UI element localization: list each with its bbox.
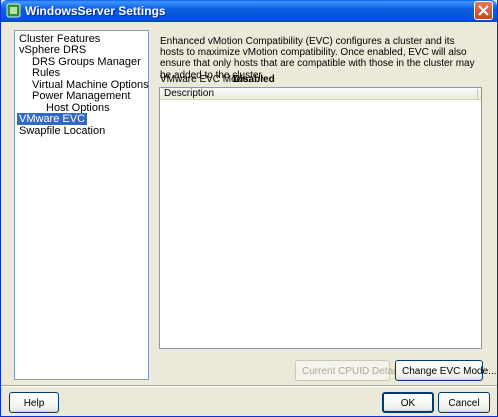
evc-mode-value: Disabled [233, 74, 275, 85]
footer-divider [1, 385, 497, 387]
tree-item-vmware-evc[interactable]: VMware EVC [17, 113, 88, 125]
tree-item-label: VMware EVC [19, 113, 86, 125]
help-button[interactable]: Help [9, 392, 59, 413]
tree-item-label: Power Management [32, 90, 131, 102]
close-icon [478, 5, 489, 16]
tree-item-vsphere-drs[interactable]: vSphere DRS [17, 44, 88, 56]
tree-item-power-management[interactable]: Power Management [30, 90, 132, 102]
cancel-button[interactable]: Cancel [438, 392, 490, 413]
tree-item-label: Rules [32, 67, 61, 79]
title-bar[interactable]: WindowsServer Settings [1, 0, 497, 22]
ok-button[interactable]: OK [382, 392, 434, 413]
tree-item-swapfile-location[interactable]: Swapfile Location [17, 125, 107, 137]
change-evc-mode-button[interactable]: Change EVC Mode... [395, 360, 497, 381]
tree-item-label: Swapfile Location [19, 125, 106, 137]
evc-description-table[interactable]: Description [159, 87, 482, 349]
current-cpuid-details-button[interactable]: Current CPUID Details... [295, 360, 411, 381]
column-header-description[interactable]: Description [164, 88, 214, 100]
settings-tree[interactable]: Cluster Features vSphere DRS DRS Groups … [14, 30, 149, 380]
window-title: WindowsServer Settings [25, 4, 166, 18]
close-button[interactable] [474, 1, 493, 20]
vsphere-app-icon [6, 3, 21, 18]
tree-item-label: vSphere DRS [19, 44, 87, 56]
settings-dialog: WindowsServer Settings Cluster Features … [0, 0, 498, 417]
table-header: Description [160, 88, 481, 100]
evc-panel: Enhanced vMotion Compatibility (EVC) con… [156, 30, 497, 381]
tree-item-rules[interactable]: Rules [30, 67, 62, 79]
column-resize-handle[interactable] [477, 89, 478, 99]
